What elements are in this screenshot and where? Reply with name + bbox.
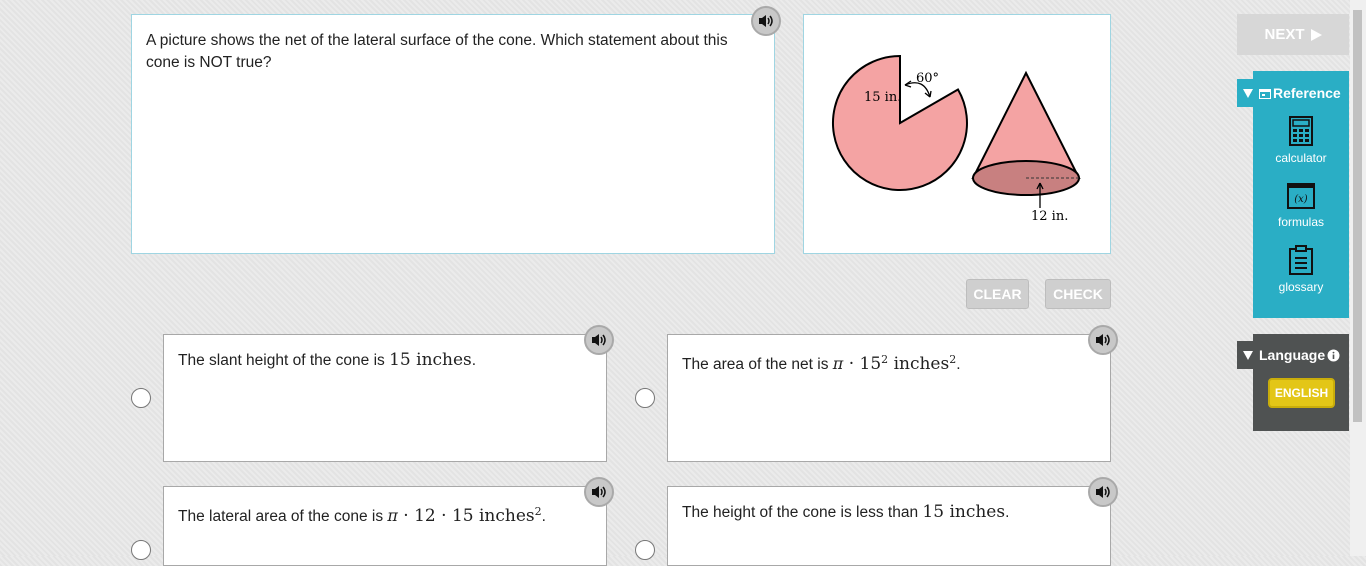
calculator-label: calculator: [1275, 151, 1327, 165]
answer-b-card[interactable]: The area of the net is π · 152 inches2.: [667, 334, 1111, 462]
answer-b-pi: π: [832, 354, 844, 374]
answer-a-math: 15 inches: [389, 350, 472, 370]
answer-c-period: .: [541, 508, 546, 526]
answer-d-period: .: [1005, 504, 1010, 521]
answer-b-radio[interactable]: [635, 388, 655, 408]
answer-b-text: The area of the net is: [682, 356, 833, 374]
answer-d-card[interactable]: The height of the cone is less than 15 i…: [667, 486, 1111, 566]
cone-net-diagram: 60° 15 in. 12 in.: [832, 54, 1081, 224]
speaker-icon: [592, 334, 606, 346]
answer-a-text: The slant height of the cone is: [178, 352, 390, 369]
calendar-icon: [1259, 88, 1271, 99]
calculator-tool[interactable]: calculator: [1253, 116, 1349, 165]
next-button[interactable]: NEXT: [1237, 14, 1349, 55]
answer-b-base: 15: [859, 354, 882, 375]
question-text: A picture shows the net of the lateral s…: [146, 32, 728, 71]
next-label: NEXT: [1264, 26, 1305, 43]
glossary-label: glossary: [1278, 280, 1324, 294]
triangle-down-icon: [1243, 88, 1253, 98]
speaker-icon: [592, 486, 606, 498]
language-label: Language: [1259, 347, 1326, 363]
answer-d-audio-button[interactable]: [1088, 477, 1118, 507]
answer-c-text: The lateral area of the cone is: [178, 508, 388, 526]
speaker-icon: [1096, 334, 1110, 346]
answer-b-audio-button[interactable]: [1088, 325, 1118, 355]
speaker-icon: [1096, 486, 1110, 498]
answer-b-period: .: [956, 356, 961, 374]
formulas-tool[interactable]: (x) formulas: [1253, 183, 1349, 229]
radius-label: 12 in.: [1031, 209, 1068, 224]
glossary-tool[interactable]: glossary: [1253, 245, 1349, 294]
answer-c-math: · 12 · 15 inches: [397, 506, 535, 527]
answer-d-math: 15 inches: [922, 502, 1006, 522]
clear-button[interactable]: CLEAR: [966, 279, 1029, 309]
angle-label: 60°: [916, 71, 939, 86]
answer-c-audio-button[interactable]: [584, 477, 614, 507]
reference-label: Reference: [1273, 85, 1341, 101]
formulas-icon: (x): [1287, 183, 1315, 210]
slant-label: 15 in.: [864, 90, 901, 105]
question-audio-button[interactable]: [751, 6, 781, 36]
speaker-icon: [759, 15, 773, 27]
reference-toggle[interactable]: Reference: [1237, 79, 1349, 107]
answer-a-period: .: [471, 352, 477, 369]
answer-c-card[interactable]: The lateral area of the cone is π · 12 ·…: [163, 486, 607, 566]
check-button[interactable]: CHECK: [1045, 279, 1111, 309]
glossary-icon: [1289, 245, 1313, 275]
calculator-icon: [1289, 116, 1313, 146]
answer-b-unit: inches: [888, 354, 950, 375]
formulas-label: formulas: [1277, 215, 1324, 229]
net-sector: [832, 54, 968, 191]
info-icon[interactable]: [1327, 349, 1340, 362]
answer-d-radio[interactable]: [635, 540, 655, 560]
scrollbar-thumb[interactable]: [1353, 10, 1362, 422]
cone-figure-card: 60° 15 in. 12 in.: [803, 14, 1111, 254]
formulas-icon-text: (x): [1294, 194, 1308, 205]
triangle-down-icon: [1243, 350, 1253, 360]
english-button[interactable]: ENGLISH: [1268, 378, 1335, 408]
answer-a-radio[interactable]: [131, 388, 151, 408]
language-toggle[interactable]: Language: [1237, 341, 1349, 369]
play-arrow-icon: [1310, 28, 1322, 41]
answer-c-radio[interactable]: [131, 540, 151, 560]
answer-b-dot: ·: [843, 354, 860, 375]
answer-a-audio-button[interactable]: [584, 325, 614, 355]
answer-c-pi: π: [387, 506, 398, 526]
answer-c-unit-exponent: 2: [534, 505, 542, 518]
answer-a-card[interactable]: The slant height of the cone is 15 inche…: [163, 334, 607, 462]
answer-d-text: The height of the cone is less than: [682, 504, 923, 521]
question-card: A picture shows the net of the lateral s…: [131, 14, 775, 254]
